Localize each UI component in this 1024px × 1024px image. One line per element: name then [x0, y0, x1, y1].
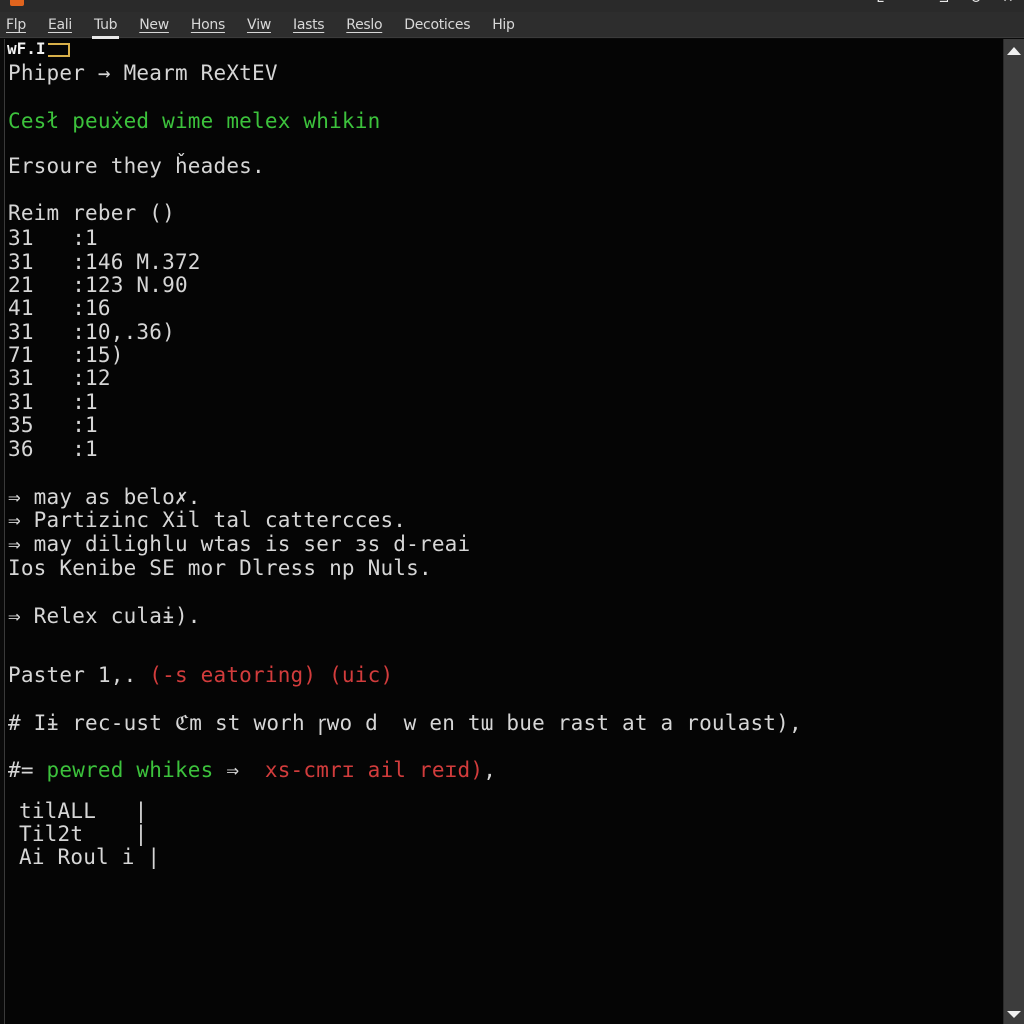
title-bar: L – ⊐ O ✕ — [0, 0, 1024, 12]
menu-decotices[interactable]: Decotices — [404, 17, 470, 33]
terminal-line: 36 :1 — [8, 437, 98, 461]
window-controls: L – ⊐ O ✕ — [864, 0, 1024, 8]
prompt-text: wF.I — [7, 39, 46, 58]
app-icon — [10, 0, 24, 6]
terminal-line: 31 :1 — [8, 226, 98, 250]
menu-bar: Flp Eali Tub New Hons Vi̇w Iasts Reslo D… — [0, 12, 1024, 39]
menu-label: New — [139, 16, 169, 33]
close-icon[interactable]: ✕ — [992, 0, 1024, 8]
success-text: pewred whikes — [46, 758, 214, 782]
scroll-down-arrow-icon[interactable] — [1007, 1011, 1021, 1018]
terminal-line: Paster 1,. (-s eatoring) (uic) — [8, 663, 393, 687]
pin-icon[interactable]: L — [864, 0, 896, 8]
menu-hons[interactable]: Hons — [191, 17, 225, 33]
terminal-line: Phiper → Mearm ReXtEV — [8, 61, 278, 85]
line-text: , — [483, 758, 497, 782]
terminal-line: ⇒ Partizinc Xil tal cattercces. — [8, 508, 407, 532]
terminal-line: Reim reber () — [8, 201, 175, 225]
menu-label: Decotices — [404, 16, 471, 33]
terminal-line: 21 :123 N.90 — [8, 273, 188, 297]
error-text: xs-cmrɪ ail reɪd) — [264, 758, 484, 782]
terminal-line: ⇒ Relex culaɨ). — [8, 604, 201, 628]
cursor — [47, 42, 70, 57]
menu-view[interactable]: Vi̇w — [247, 17, 271, 33]
menu-edit[interactable]: Eali — [48, 17, 72, 33]
menu-label: Eali — [47, 16, 72, 33]
terminal-line: 31 :146 M.372 — [8, 250, 201, 274]
menu-reslo[interactable]: Reslo — [346, 17, 382, 33]
terminal-line: Cesł peuẋed wime melex whikin — [8, 109, 381, 133]
terminal-output[interactable]: wF.I Phiper → Mearm ReXtEV Cesł peuẋed w… — [4, 39, 1003, 1024]
terminal-line: 31 :1 — [8, 390, 98, 414]
menu-label: Hip — [492, 16, 515, 33]
terminal-line: #= pewred whikes ⇒ xs-cmrɪ ail reɪd), — [8, 758, 496, 782]
terminal-line: tilALL | — [19, 799, 148, 823]
line-text: Paster 1,. — [8, 663, 150, 687]
vertical-scrollbar[interactable] — [1003, 39, 1024, 1024]
menu-help[interactable]: Hip — [492, 16, 515, 33]
terminal-line: ⇒ may as belo✗. — [8, 485, 201, 509]
arrow-text: ⇒ — [213, 758, 265, 782]
terminal-line: ⇒ may dilighlu wtas is ser ɜs d-reai — [8, 532, 471, 556]
terminal-line: 35 :1 — [8, 413, 98, 437]
terminal-line: 31 :12 — [8, 366, 111, 390]
terminal-line: # Iɨ rec-ust ℭm st worh ꞅwo d w en tɯ bu… — [8, 711, 802, 735]
line-text: #= — [8, 758, 47, 782]
menu-label: Tub — [93, 16, 118, 33]
menu-label: Reslo — [346, 16, 383, 33]
terminal-line: Ios Kenibe SE mor Dlress np Nuls. — [8, 556, 432, 580]
terminal-line: 41 :16 — [8, 296, 111, 320]
menu-label: Iasts — [292, 16, 325, 33]
menu-label: Hons — [190, 16, 225, 33]
power-icon[interactable]: O — [960, 0, 992, 8]
error-text: (-s eatoring) (uic) — [149, 663, 394, 687]
terminal-line: Ersoure they ȟeades. — [8, 154, 265, 178]
menu-new[interactable]: New — [139, 17, 169, 33]
menu-tab[interactable]: Tub — [91, 16, 120, 39]
menu-file[interactable]: Flp — [6, 17, 26, 33]
prompt-head: wF.I — [7, 39, 70, 58]
terminal-line: Ai Roul i | — [19, 845, 161, 869]
menu-lasts[interactable]: Iasts — [292, 16, 325, 33]
scroll-up-arrow-icon[interactable] — [1007, 47, 1021, 55]
terminal-line: Til2t | — [19, 822, 148, 846]
terminal-line: 31 :10,.36) — [8, 320, 175, 344]
minimize-icon[interactable]: – — [896, 0, 928, 8]
menu-label: Flp — [6, 16, 26, 33]
menu-label: Vi̇w — [246, 16, 271, 33]
restore-icon[interactable]: ⊐ — [928, 0, 960, 8]
terminal-line: 71 :15) — [8, 343, 124, 367]
